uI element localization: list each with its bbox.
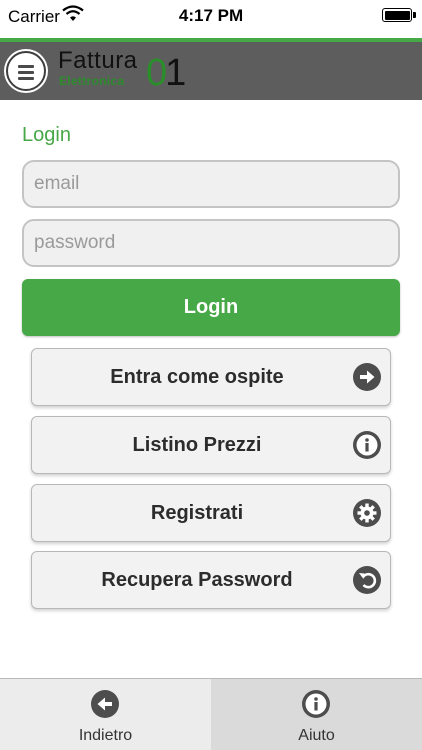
hamburger-icon-bar	[18, 71, 34, 74]
logo-word-fattura: Fattura	[58, 47, 138, 74]
status-bar: Carrier 4:17 PM	[0, 0, 422, 38]
register-button[interactable]: Registrati	[31, 484, 391, 542]
tab-help-label: Aiuto	[298, 727, 335, 744]
info-icon	[353, 431, 381, 459]
bottom-tab-bar: Indietro Aiuto	[0, 678, 422, 750]
price-list-label: Listino Prezzi	[132, 434, 262, 456]
undo-icon	[353, 566, 381, 594]
hamburger-icon-bar	[18, 77, 34, 80]
logo-word-elettronica: Elettronica	[59, 74, 125, 88]
login-button[interactable]: Login	[22, 279, 400, 336]
price-list-button[interactable]: Listino Prezzi	[31, 416, 391, 474]
tab-back[interactable]: Indietro	[0, 679, 211, 750]
login-title: Login	[22, 124, 71, 146]
app-logo: Fattura Elettronica 01	[58, 47, 188, 97]
arrow-left-icon	[91, 690, 119, 718]
info-icon	[302, 690, 330, 718]
gear-icon	[353, 499, 381, 527]
status-time: 4:17 PM	[178, 6, 244, 25]
email-input[interactable]	[22, 160, 400, 208]
hamburger-icon	[18, 65, 34, 68]
logo-number: 01	[146, 52, 186, 95]
logo-digit-zero: 0	[146, 52, 167, 94]
register-label: Registrati	[150, 502, 244, 524]
password-input[interactable]	[22, 219, 400, 267]
tab-back-label: Indietro	[78, 727, 133, 744]
guest-entry-button[interactable]: Entra come ospite	[31, 348, 391, 406]
recover-password-button[interactable]: Recupera Password	[31, 551, 391, 609]
guest-entry-label: Entra come ospite	[110, 366, 284, 388]
menu-button[interactable]	[6, 51, 46, 91]
recover-password-label: Recupera Password	[101, 569, 293, 591]
arrow-right-icon	[353, 363, 381, 391]
app-header: Fattura Elettronica 01	[0, 38, 422, 100]
tab-help[interactable]: Aiuto	[211, 679, 422, 750]
logo-digit-one: 1	[165, 52, 186, 94]
battery-icon	[382, 8, 416, 22]
